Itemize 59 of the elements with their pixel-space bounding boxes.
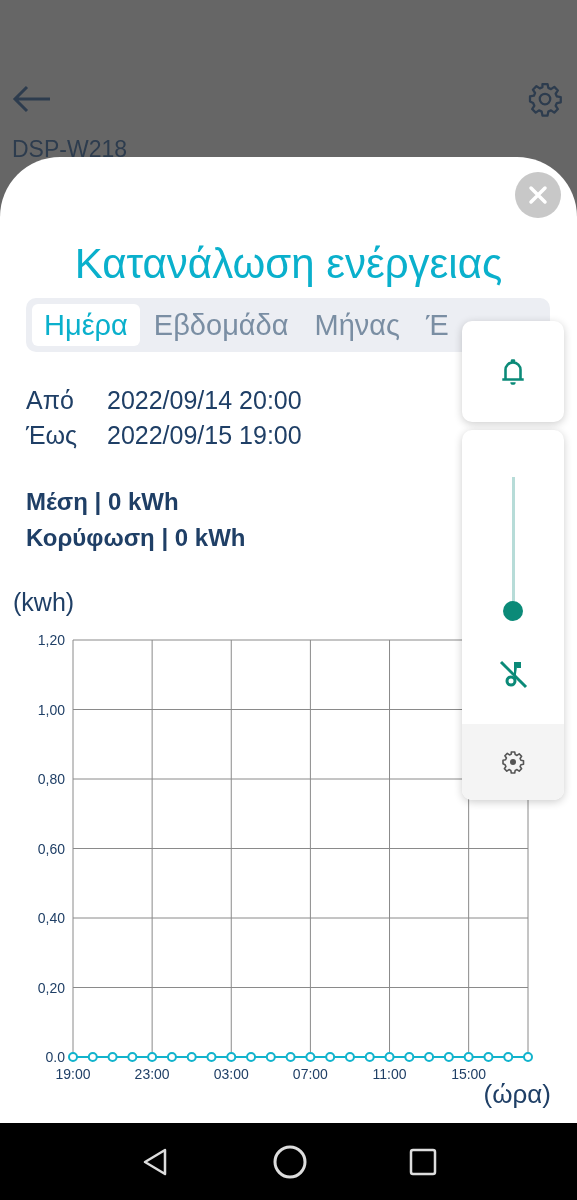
data-point [424, 1052, 435, 1062]
data-point [127, 1052, 138, 1062]
data-point [503, 1052, 514, 1062]
data-point [305, 1052, 316, 1062]
data-point [384, 1052, 395, 1062]
data-point [285, 1052, 296, 1062]
data-point [463, 1052, 474, 1062]
data-point [246, 1052, 257, 1062]
y-tick-label: 0,20 [37, 979, 65, 996]
x-tick-label: 19:00 [55, 1066, 91, 1082]
bell-icon[interactable] [500, 356, 526, 387]
x-tick-label: 15:00 [451, 1066, 487, 1082]
device-name: DSP-W218 [12, 136, 129, 157]
summary-text: Μέση | 0 kWh [26, 488, 180, 516]
data-point [483, 1052, 494, 1062]
range-value: 2022/09/14 20:00 [107, 386, 302, 415]
range-value: 2022/09/15 19:00 [107, 421, 302, 450]
home-nav-icon[interactable] [271, 1143, 308, 1180]
data-point [443, 1052, 454, 1062]
y-tick-label: 0.0 [45, 1049, 65, 1065]
period-tab[interactable]: Ημέρα [32, 304, 140, 346]
range-label: Από [26, 386, 75, 415]
x-tick-label: 03:00 [213, 1066, 249, 1082]
x-axis-label: (ώρα) [483, 1079, 551, 1110]
y-axis-label: (kwh) [13, 588, 75, 617]
close-icon [528, 185, 548, 205]
data-point [265, 1052, 276, 1062]
y-tick-label: 1,00 [37, 701, 65, 718]
settings-icon [501, 750, 525, 774]
x-tick-label: 07:00 [292, 1066, 328, 1082]
data-point [364, 1052, 375, 1062]
y-tick-label: 1,20 [37, 632, 65, 648]
data-point [87, 1052, 98, 1062]
y-tick-label: 0,80 [37, 771, 65, 787]
data-point [206, 1052, 217, 1062]
range-label: Έως [26, 421, 79, 450]
data-point [166, 1052, 177, 1062]
data-point [68, 1052, 78, 1062]
y-tick-label: 0,40 [37, 910, 65, 926]
period-tab[interactable]: Μήνας [302, 304, 413, 346]
data-point [404, 1052, 415, 1062]
data-point [523, 1052, 533, 1062]
x-tick-label: 11:00 [372, 1066, 407, 1082]
recents-nav-icon[interactable] [408, 1147, 437, 1176]
period-tab[interactable]: Έ [414, 304, 461, 346]
data-point [147, 1052, 158, 1062]
data-point [344, 1052, 355, 1062]
settings-section[interactable] [462, 724, 564, 800]
data-point [325, 1052, 336, 1062]
period-tab[interactable]: Εβδομάδα [141, 304, 301, 346]
data-point [186, 1052, 197, 1062]
volume-slider[interactable] [503, 477, 523, 621]
sheet-title: Κατανάλωση ενέργειας [73, 239, 504, 289]
slider-thumb[interactable] [503, 601, 523, 621]
data-point [107, 1052, 118, 1062]
summary-text: Κορύφωση | 0 kWh [26, 524, 247, 552]
x-tick-label: 23:00 [134, 1066, 170, 1082]
data-point [226, 1052, 237, 1062]
y-tick-label: 0,60 [37, 840, 65, 857]
